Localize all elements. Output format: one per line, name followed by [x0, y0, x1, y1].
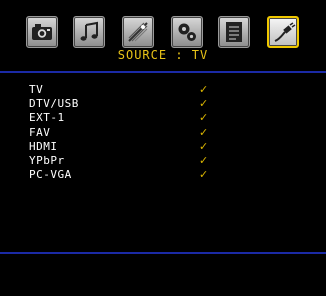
checkmark-icon: ✓ — [199, 168, 209, 182]
source-row-tv[interactable]: TV ✓ — [29, 83, 289, 97]
source-label: EXT-1 — [29, 111, 65, 125]
source-list: TV ✓ DTV/USB ✓ EXT-1 ✓ FAV ✓ HDMI ✓ YPbP… — [29, 83, 289, 182]
setup-menu-icon[interactable] — [171, 16, 203, 48]
tv-osd-screen: SOURCE : TV TV ✓ DTV/USB ✓ EXT-1 ✓ FAV ✓… — [0, 0, 326, 296]
source-row-ext-1[interactable]: EXT-1 ✓ — [29, 111, 289, 125]
source-row-dtv-usb[interactable]: DTV/USB ✓ — [29, 97, 289, 111]
checkmark-icon: ✓ — [199, 111, 209, 125]
feature-menu-icon[interactable] — [122, 16, 154, 48]
camera-icon — [32, 24, 52, 40]
source-menu-icon[interactable] — [267, 16, 299, 48]
checkmark-icon: ✓ — [199, 139, 209, 153]
document-list-icon — [226, 22, 242, 42]
list-menu-icon[interactable] — [218, 16, 250, 48]
source-label: PC-VGA — [29, 168, 72, 182]
source-label: HDMI — [29, 139, 58, 153]
checkmark-icon: ✓ — [199, 125, 209, 139]
star-burst-icon — [128, 22, 148, 42]
source-row-pc-vga[interactable]: PC-VGA ✓ — [29, 168, 289, 182]
source-label: TV — [29, 83, 44, 96]
source-row-hdmi[interactable]: HDMI ✓ — [29, 140, 289, 154]
checkmark-icon: ✓ — [199, 97, 209, 111]
source-row-fav[interactable]: FAV ✓ — [29, 126, 289, 140]
menu-icon-bar — [26, 16, 299, 50]
plug-cable-icon — [274, 22, 296, 42]
bottom-divider — [0, 252, 326, 254]
source-row-ypbpr[interactable]: YPbPr ✓ — [29, 154, 289, 168]
music-note-icon — [80, 21, 98, 41]
top-divider — [0, 71, 326, 73]
picture-menu-icon[interactable] — [26, 16, 58, 48]
checkmark-icon: ✓ — [199, 153, 209, 167]
source-label: YPbPr — [29, 153, 65, 167]
menu-title: SOURCE : TV — [117, 48, 209, 62]
source-label: FAV — [29, 125, 51, 139]
gears-icon — [178, 23, 196, 41]
sound-menu-icon[interactable] — [73, 16, 105, 48]
source-label: DTV/USB — [29, 97, 79, 111]
checkmark-icon: ✓ — [199, 83, 209, 96]
